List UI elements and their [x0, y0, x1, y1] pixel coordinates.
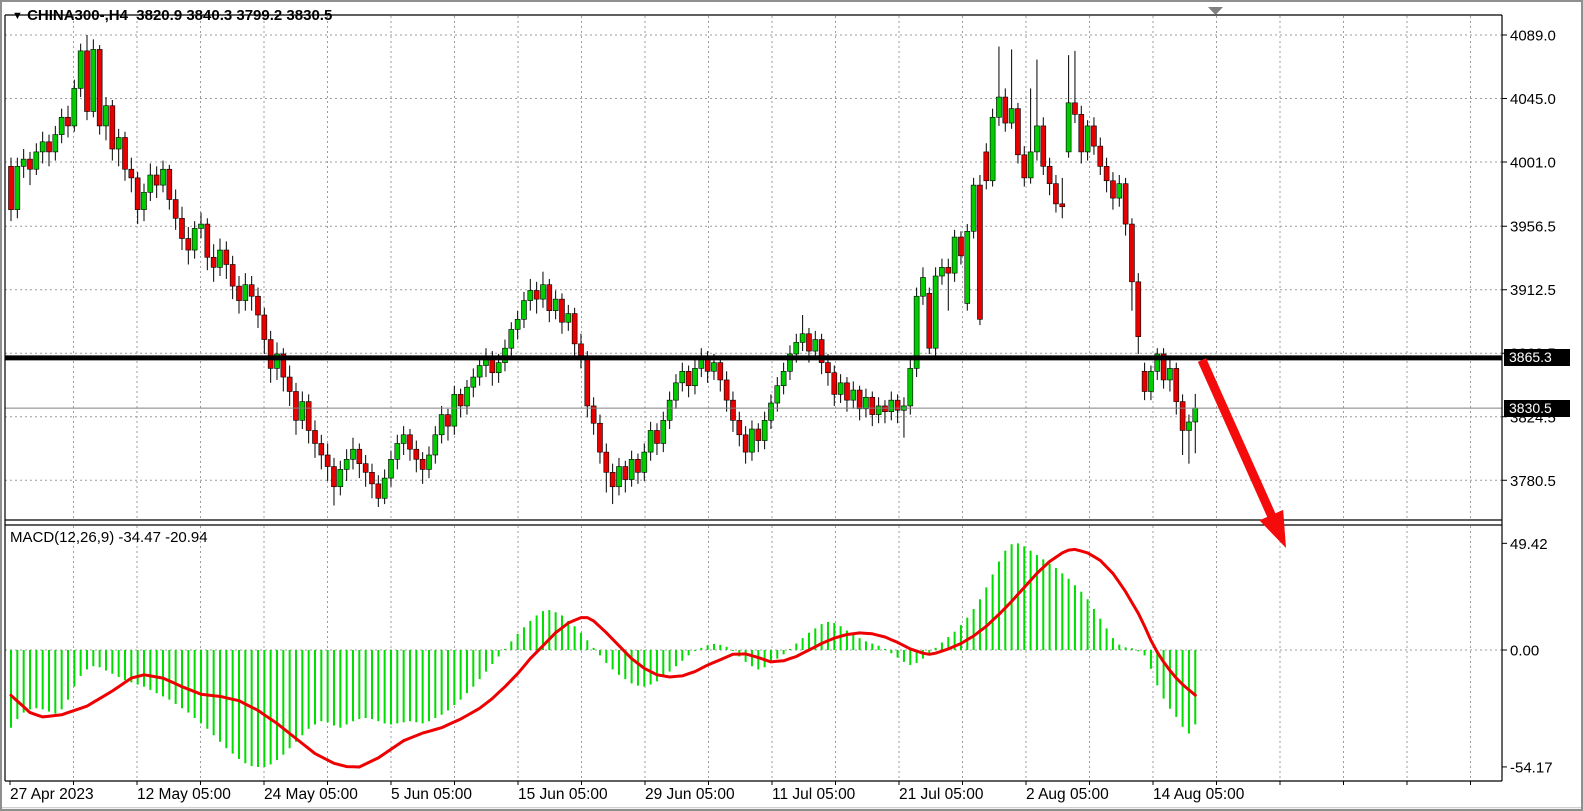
date-axis-label[interactable]: 2 Aug 05:00: [1026, 786, 1109, 803]
scroll-to-end-marker-icon[interactable]: [1208, 7, 1223, 15]
price-axis-label: 4089.0: [1510, 28, 1556, 45]
macd-axis: 49.42 0.00 -54.17: [1502, 536, 1553, 777]
price-chart-canvas[interactable]: 4089.04045.04001.03956.53912.53868.53824…: [2, 2, 1583, 811]
date-axis-label[interactable]: 21 Jul 05:00: [899, 786, 984, 803]
price-axis-label: 4001.0: [1510, 155, 1556, 172]
macd-params: MACD(12,26,9): [10, 529, 114, 546]
date-axis-label[interactable]: 5 Jun 05:00: [391, 786, 472, 803]
hline-price-tag[interactable]: 3865.3: [1504, 349, 1570, 366]
price-axis-label: 3780.5: [1510, 473, 1556, 490]
symbol-name: CHINA300-,H4: [27, 7, 128, 24]
candles-layer: [9, 35, 1198, 507]
macd-indicator-label: MACD(12,26,9) -34.47 -20.94: [10, 529, 208, 546]
time-axis: 27 Apr 2023 12 May 05:00 24 May 05:00 5 Jun…: [10, 781, 1471, 803]
price-axis: 4089.04045.04001.03956.53912.53868.53824…: [1502, 28, 1556, 490]
symbol-title: ▼ CHINA300-,H4 3820.9 3840.3 3799.2 3830…: [12, 7, 332, 24]
macd-axis-label: 0.00: [1510, 643, 1539, 660]
last-price-tag: 3830.5: [1504, 400, 1570, 417]
price-axis-label: 3956.5: [1510, 219, 1556, 236]
date-axis-label[interactable]: 27 Apr 2023: [10, 786, 94, 803]
date-axis-label[interactable]: 11 Jul 05:00: [772, 786, 856, 803]
macd-histogram: [10, 543, 1196, 767]
date-axis-label[interactable]: 14 Aug 05:00: [1153, 786, 1245, 803]
date-axis-label[interactable]: 29 Jun 05:00: [645, 786, 735, 803]
macd-axis-label: -54.17: [1510, 759, 1553, 776]
chart-window: 4089.04045.04001.03956.53912.53868.53824…: [0, 0, 1583, 811]
horizontal-trendline[interactable]: [5, 355, 1502, 360]
symbol-ohlc-values: 3820.9 3840.3 3799.2 3830.5: [136, 7, 332, 24]
panel-frame: [5, 15, 1502, 781]
gridlines: [5, 16, 1502, 780]
price-axis-label: 3912.5: [1510, 282, 1556, 299]
date-axis-label[interactable]: 12 May 05:00: [137, 786, 231, 803]
window-bottom-edge: [2, 807, 1583, 811]
price-axis-label: 4045.0: [1510, 91, 1556, 108]
macd-axis-label: 49.42: [1510, 536, 1548, 553]
macd-current-values: -34.47 -20.94: [118, 529, 207, 546]
date-axis-label[interactable]: 15 Jun 05:00: [518, 786, 608, 803]
dropdown-triangle-icon[interactable]: ▼: [12, 10, 23, 22]
date-axis-label[interactable]: 24 May 05:00: [264, 786, 358, 803]
